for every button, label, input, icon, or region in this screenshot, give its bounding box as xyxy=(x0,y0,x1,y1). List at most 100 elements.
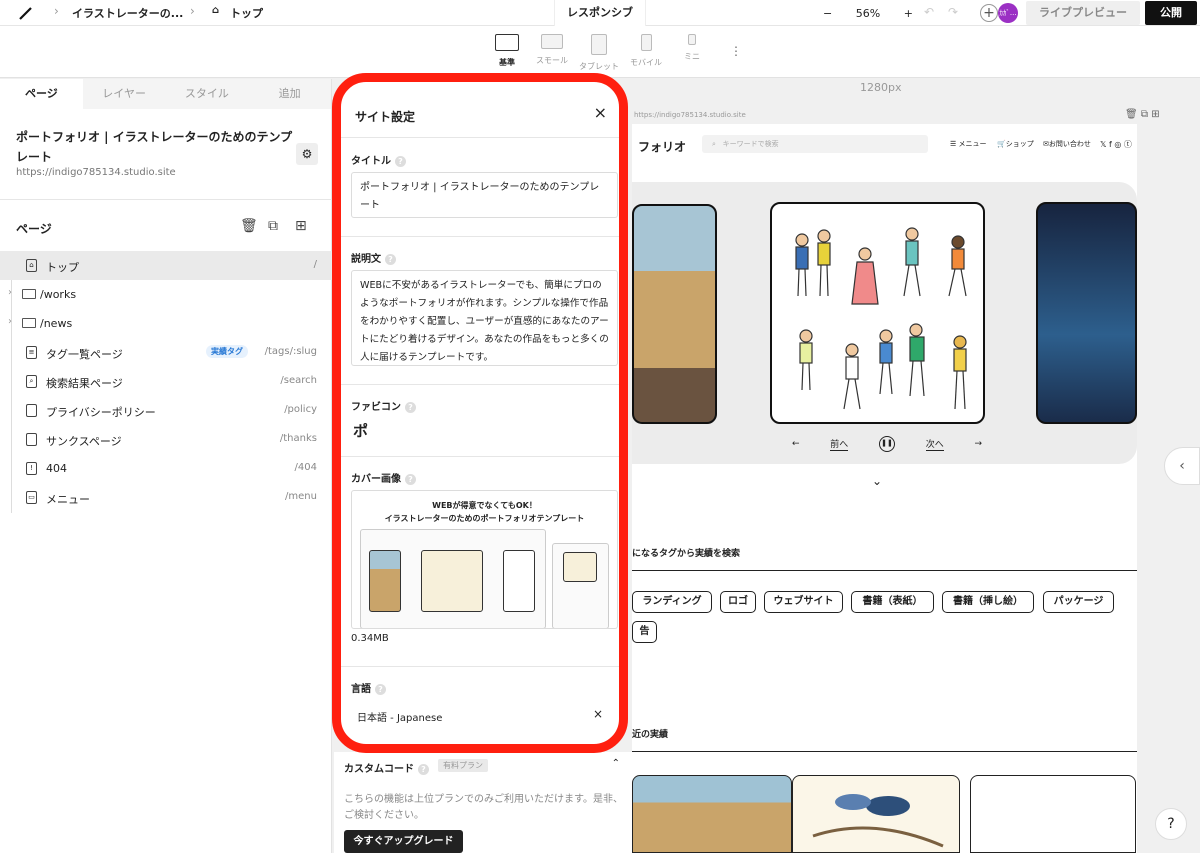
upgrade-button[interactable]: 今すぐアップグレード xyxy=(344,830,463,853)
page-row-thanks[interactable]: サンクスページ /thanks xyxy=(0,425,332,454)
tag-button[interactable]: 書籍（挿し絵） xyxy=(942,591,1034,613)
people-illustration xyxy=(795,227,967,410)
arrow-left-icon[interactable]: ← xyxy=(792,439,800,449)
page-path: /thanks xyxy=(279,433,317,444)
next-button[interactable]: 次へ xyxy=(925,437,944,451)
undo-icon[interactable]: ↶ xyxy=(924,5,934,19)
tab-pages[interactable]: ページ xyxy=(0,79,83,109)
page-row-news[interactable]: › /news xyxy=(0,309,332,338)
page-row-top[interactable]: ⌂ トップ / xyxy=(0,251,332,280)
avatar[interactable]: ｶｶﾞ... xyxy=(998,3,1018,23)
preview-search[interactable]: ⌕ キーワードで検索 xyxy=(702,135,928,153)
favicon-preview[interactable]: ポ xyxy=(353,420,368,441)
close-icon[interactable]: × xyxy=(594,103,607,122)
site-title: ポートフォリオ | イラストレーターのためのテンプレート xyxy=(16,130,293,164)
desktop-icon xyxy=(495,34,519,51)
help-icon[interactable]: ? xyxy=(405,401,416,413)
carousel-card-people[interactable] xyxy=(770,202,985,424)
add-member-icon[interactable]: + xyxy=(980,4,998,22)
label-text: 説明文 xyxy=(351,254,381,265)
help-icon[interactable]: ? xyxy=(418,763,429,775)
home-icon: ⌂ xyxy=(212,5,220,16)
page-name: /works xyxy=(40,288,77,301)
recent-work-thumb[interactable] xyxy=(970,775,1136,853)
tag-button[interactable]: ウェブサイト xyxy=(764,591,843,613)
device-tablet[interactable]: タブレット xyxy=(577,34,621,72)
more-options-icon[interactable]: ⋮ xyxy=(730,44,742,58)
device-small[interactable]: スモール xyxy=(534,34,570,66)
studio-logo-icon[interactable] xyxy=(18,5,34,21)
cover-image-preview[interactable]: WEBが得意でなくてもOK！ イラストレーターのためのポートフォリオテンプレート xyxy=(351,490,618,629)
chevron-right-icon: › xyxy=(54,4,59,18)
page-row-search[interactable]: ⌕ 検索結果ページ /search xyxy=(0,367,332,396)
preview-nav-menu[interactable]: ☰ メニュー xyxy=(950,139,987,149)
page-row-works[interactable]: › /works xyxy=(0,280,332,309)
help-icon[interactable]: ? xyxy=(375,683,386,695)
collapse-panel-icon[interactable]: ‹ xyxy=(1164,447,1200,485)
zoom-out-icon[interactable]: − xyxy=(823,7,832,20)
canvas-frame-tools[interactable]: 🗑 ⧉ ⊞ xyxy=(1125,109,1160,120)
breadcrumb-project[interactable]: イラストレーターの... xyxy=(72,5,183,21)
page-name: /news xyxy=(40,317,73,330)
help-icon[interactable]: ? xyxy=(385,253,396,265)
recent-work-thumb[interactable] xyxy=(792,775,960,853)
tab-add[interactable]: 追加 xyxy=(248,79,331,109)
chevron-right-icon[interactable]: › xyxy=(8,287,12,298)
mobile-icon xyxy=(640,34,652,51)
page-row-menu[interactable]: ▭ メニュー /menu xyxy=(0,483,332,512)
label-text: ファビコン xyxy=(351,402,401,413)
page-row-tags[interactable]: ≡ タグ一覧ページ 実績タグ /tags/:slug xyxy=(0,338,332,367)
device-label: モバイル xyxy=(630,58,662,67)
device-mobile[interactable]: モバイル xyxy=(626,34,666,68)
device-mini[interactable]: ミニ xyxy=(680,34,704,62)
description-textarea[interactable]: WEBに不安があるイラストレーターでも、簡単にプロのようなポートフォリオが作れま… xyxy=(351,270,618,366)
chevron-up-icon[interactable]: ⌃ xyxy=(612,758,620,769)
pause-icon[interactable]: ❚❚ xyxy=(879,436,895,452)
arrow-right-icon[interactable]: → xyxy=(974,439,982,449)
device-label: ミニ xyxy=(684,52,700,61)
tag-button[interactable]: 書籍（表紙） xyxy=(851,591,934,613)
preview-nav-shop[interactable]: 🛒ショップ xyxy=(997,139,1034,149)
zoom-level[interactable]: 56% xyxy=(856,7,880,20)
tab-style[interactable]: スタイル xyxy=(166,79,249,109)
help-icon[interactable]: ? xyxy=(405,473,416,485)
page-path: / xyxy=(313,259,317,270)
social-icons[interactable]: 𝕏 f ◎ ⓣ xyxy=(1100,139,1132,150)
responsive-button[interactable]: レスポンシブ xyxy=(554,0,646,26)
help-icon[interactable]: ? xyxy=(1155,808,1187,840)
tab-layers[interactable]: レイヤー xyxy=(83,79,166,109)
tag-button[interactable]: 告 xyxy=(632,621,657,643)
carousel-card-town[interactable] xyxy=(632,204,717,424)
breadcrumb-page[interactable]: トップ xyxy=(230,5,263,21)
label-text: カスタムコード xyxy=(344,764,414,775)
page-row-policy[interactable]: プライバシーポリシー /policy xyxy=(0,396,332,425)
tag-button[interactable]: ランディング xyxy=(632,591,712,613)
canvas-width-label: 1280px xyxy=(860,81,902,94)
title-input[interactable]: ポートフォリオ | イラストレーターのためのテンプレート xyxy=(351,172,618,218)
help-icon[interactable]: ? xyxy=(395,155,406,167)
chevron-right-icon[interactable]: › xyxy=(8,316,12,327)
page-row-404[interactable]: ! 404 /404 xyxy=(0,454,332,483)
live-preview-button[interactable]: ライブプレビュー xyxy=(1026,1,1140,25)
site-preview[interactable]: フォリオ ⌕ キーワードで検索 ☰ メニュー 🛒ショップ ✉お問い合わせ 𝕏 f… xyxy=(632,124,1137,853)
redo-icon[interactable]: ↷ xyxy=(948,5,958,19)
zoom-in-icon[interactable]: + xyxy=(904,7,913,20)
chevron-down-icon[interactable]: ⌄ xyxy=(872,474,882,488)
label-text: カバー画像 xyxy=(351,474,401,485)
add-page-icon[interactable]: ⊞ xyxy=(295,218,307,234)
pages-header: ページ 🗑 ⧉ ⊞ xyxy=(0,199,332,251)
recent-work-thumb[interactable] xyxy=(632,775,792,853)
favicon-label: ファビコン? xyxy=(351,398,416,413)
carousel-card-city[interactable] xyxy=(1036,202,1137,424)
preview-nav-contact[interactable]: ✉お問い合わせ xyxy=(1043,139,1091,149)
language-select[interactable]: 日本語 - Japanese xyxy=(357,709,442,724)
trash-icon[interactable]: 🗑 xyxy=(240,218,258,234)
tag-button[interactable]: パッケージ xyxy=(1043,591,1114,613)
clear-language-icon[interactable]: × xyxy=(593,707,603,721)
device-base[interactable]: 基準 xyxy=(493,34,521,68)
settings-sliders-icon[interactable]: ⚙ xyxy=(296,143,318,165)
prev-button[interactable]: 前へ xyxy=(830,437,849,451)
duplicate-page-icon[interactable]: ⧉ xyxy=(268,218,278,234)
tag-button[interactable]: ロゴ xyxy=(720,591,756,613)
publish-button[interactable]: 公開 xyxy=(1145,1,1197,25)
